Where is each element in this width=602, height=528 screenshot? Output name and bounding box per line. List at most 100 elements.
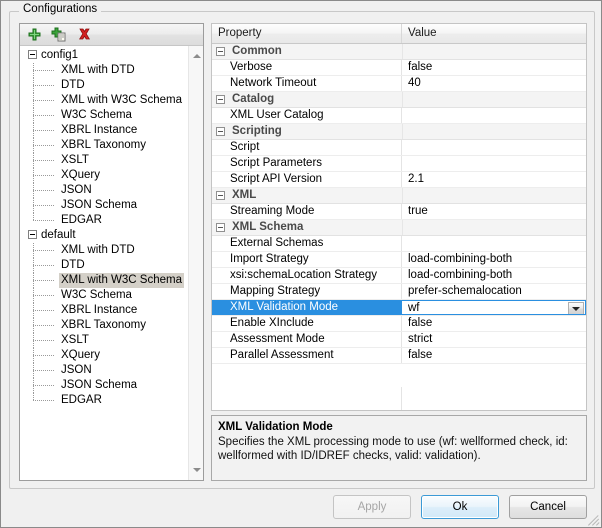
tree-item[interactable]: XBRL Taxonomy <box>20 138 188 153</box>
property-value[interactable]: true <box>402 204 586 219</box>
property-row[interactable]: Streaming Mode true <box>212 204 586 220</box>
tree-vertical-scrollbar[interactable] <box>188 46 203 480</box>
group-collapse-icon[interactable] <box>216 47 225 56</box>
tree-item[interactable]: XML with DTD <box>20 63 188 78</box>
property-name: Script Parameters <box>212 156 402 171</box>
column-header-value[interactable]: Value <box>402 24 586 43</box>
property-name-text: Streaming Mode <box>230 205 314 217</box>
delete-configuration-button[interactable] <box>74 26 94 44</box>
tree-item[interactable]: XQuery <box>20 168 188 183</box>
property-row[interactable]: Parallel Assessmentfalse <box>212 348 586 364</box>
tree-item[interactable]: EDGAR <box>20 393 188 408</box>
property-name-text: XML User Catalog <box>230 109 324 121</box>
property-row[interactable]: Mapping Strategyprefer-schemalocation <box>212 284 586 300</box>
resize-grip[interactable] <box>585 511 599 525</box>
property-value[interactable] <box>402 236 586 251</box>
property-value[interactable]: false <box>402 316 586 331</box>
tree-item[interactable]: XQuery <box>20 348 188 363</box>
tree-item[interactable]: XML with DTD <box>20 243 188 258</box>
property-group-row[interactable]: Common <box>212 44 586 60</box>
property-value[interactable] <box>402 140 586 155</box>
property-row[interactable]: Enable XInclude false <box>212 316 586 332</box>
tree-item[interactable]: DTD <box>20 78 188 93</box>
property-name: Verbose <box>212 60 402 75</box>
tree-item[interactable]: XSLT <box>20 333 188 348</box>
property-value[interactable]: prefer-schemalocation <box>402 284 586 299</box>
property-group-row[interactable]: XML <box>212 188 586 204</box>
property-row[interactable]: Network Timeout40 <box>212 76 586 92</box>
property-name: Enable XInclude <box>212 316 402 331</box>
property-value[interactable]: load-combining-both <box>402 268 586 283</box>
tree-item[interactable]: JSON Schema <box>20 378 188 393</box>
property-name-text: XML Schema <box>232 221 303 233</box>
tree-item[interactable]: XSLT <box>20 153 188 168</box>
tree-item[interactable]: JSON <box>20 363 188 378</box>
tree-item[interactable]: XBRL Taxonomy <box>20 318 188 333</box>
value-dropdown-button[interactable] <box>568 302 584 315</box>
property-name-text: Import Strategy <box>230 253 309 265</box>
property-name: xsi:schemaLocation Strategy <box>212 268 402 283</box>
property-value[interactable]: 40 <box>402 76 586 91</box>
property-row[interactable]: Script API Version2.1 <box>212 172 586 188</box>
duplicate-configuration-button[interactable] <box>49 26 69 44</box>
property-value[interactable]: false <box>402 348 586 363</box>
property-value[interactable] <box>402 108 586 123</box>
property-row[interactable]: Verbosefalse <box>212 60 586 76</box>
tree-item-label: JSON <box>59 363 94 378</box>
property-name-text: XML Validation Mode <box>230 301 338 313</box>
tree-item-label: EDGAR <box>59 213 104 228</box>
property-value[interactable]: false <box>402 60 586 75</box>
tree-item-label: JSON <box>59 183 94 198</box>
property-value[interactable]: wf <box>402 300 586 315</box>
property-value-text: false <box>408 317 432 329</box>
property-name: Parallel Assessment <box>212 348 402 363</box>
tree-item[interactable]: XML with W3C Schema <box>20 273 188 288</box>
groupbox-label: Configurations <box>19 3 101 15</box>
tree-expander-icon[interactable] <box>28 50 37 59</box>
tree-item-label: XML with W3C Schema <box>59 273 184 288</box>
tree-item[interactable]: W3C Schema <box>20 288 188 303</box>
property-row[interactable]: Script <box>212 140 586 156</box>
property-row[interactable]: XML Validation Mode wf <box>212 300 586 316</box>
group-collapse-icon[interactable] <box>216 223 225 232</box>
property-group-row[interactable]: Scripting <box>212 124 586 140</box>
property-value[interactable]: strict <box>402 332 586 347</box>
property-row[interactable]: xsi:schemaLocation Strategyload-combinin… <box>212 268 586 284</box>
group-collapse-icon[interactable] <box>216 95 225 104</box>
property-row[interactable]: Script Parameters <box>212 156 586 172</box>
tree-item[interactable]: XML with W3C Schema <box>20 93 188 108</box>
tree-item[interactable]: XBRL Instance <box>20 123 188 138</box>
column-header-property[interactable]: Property <box>212 24 402 43</box>
tree-expander-icon[interactable] <box>28 230 37 239</box>
property-group-row[interactable]: Catalog <box>212 92 586 108</box>
property-row[interactable]: Assessment Modestrict <box>212 332 586 348</box>
tree-item[interactable]: EDGAR <box>20 213 188 228</box>
tree-root-config1[interactable]: config1 <box>20 48 188 63</box>
property-row[interactable]: External Schemas <box>212 236 586 252</box>
tree-item[interactable]: W3C Schema <box>20 108 188 123</box>
scroll-up-arrow-icon[interactable] <box>189 48 203 64</box>
tree-item[interactable]: DTD <box>20 258 188 273</box>
add-configuration-button[interactable] <box>24 26 44 44</box>
property-value[interactable]: 2.1 <box>402 172 586 187</box>
property-grid: Property Value CommonVerbosefalseNetwork… <box>211 23 587 411</box>
configurations-tree-panel: config1XML with DTDDTDXML with W3C Schem… <box>19 23 204 481</box>
property-row[interactable]: Import Strategy load-combining-both <box>212 252 586 268</box>
tree-item-label: XQuery <box>59 168 102 183</box>
property-value-text: 2.1 <box>408 173 424 185</box>
property-row[interactable]: XML User Catalog <box>212 108 586 124</box>
apply-button[interactable]: Apply <box>333 495 411 519</box>
scroll-down-arrow-icon[interactable] <box>189 462 203 478</box>
property-value[interactable]: load-combining-both <box>402 252 586 267</box>
tree-item[interactable]: JSON <box>20 183 188 198</box>
group-collapse-icon[interactable] <box>216 191 225 200</box>
ok-button[interactable]: Ok <box>421 495 499 519</box>
property-value[interactable] <box>402 156 586 171</box>
property-name-text: Catalog <box>232 93 274 105</box>
group-collapse-icon[interactable] <box>216 127 225 136</box>
cancel-button[interactable]: Cancel <box>509 495 587 519</box>
tree-item[interactable]: XBRL Instance <box>20 303 188 318</box>
tree-root-default[interactable]: default <box>20 228 188 243</box>
tree-item[interactable]: JSON Schema <box>20 198 188 213</box>
property-group-row[interactable]: XML Schema <box>212 220 586 236</box>
